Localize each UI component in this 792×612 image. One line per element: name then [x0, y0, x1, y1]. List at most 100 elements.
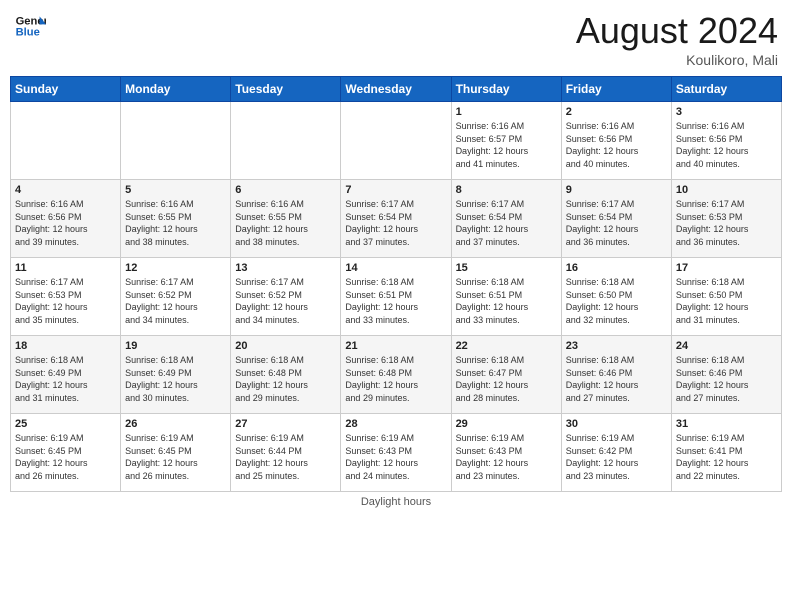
- day-number: 3: [676, 106, 777, 118]
- calendar-cell: 20Sunrise: 6:18 AM Sunset: 6:48 PM Dayli…: [231, 336, 341, 414]
- calendar-cell: 8 Sunrise: 6:17 AM Sunset: 6:54 PM Daylig…: [451, 180, 561, 258]
- day-number: 16: [566, 262, 667, 274]
- calendar-week-row: 25 Sunrise: 6:19 AM Sunset: 6:45 PM Dayli…: [11, 414, 782, 492]
- day-info: Sunrise: 6:17 AM Sunset: 6:54 PM Dayligh…: [345, 198, 446, 248]
- calendar-cell: 27 Sunrise: 6:19 AM Sunset: 6:44 PM Dayli…: [231, 414, 341, 492]
- day-info: Sunrise: 6:17 AM Sunset: 6:54 PM Dayligh…: [456, 198, 557, 248]
- day-info: Sunrise: 6:18 AM Sunset: 6:46 PM Dayligh…: [676, 354, 777, 404]
- day-info: Sunrise: 6:18 AM Sunset: 6:51 PM Dayligh…: [345, 276, 446, 326]
- day-number: 30: [566, 418, 667, 430]
- calendar-cell: 31Sunrise: 6:19 AM Sunset: 6:41 PM Dayli…: [671, 414, 781, 492]
- calendar-cell: 26 Sunrise: 6:19 AM Sunset: 6:45 PM Dayli…: [121, 414, 231, 492]
- day-number: 6: [235, 184, 336, 196]
- calendar-cell: 13 Sunrise: 6:17 AM Sunset: 6:52 PM Dayli…: [231, 258, 341, 336]
- day-info: Sunrise: 6:19 AM Sunset: 6:43 PM Dayligh…: [345, 432, 446, 482]
- day-info: Sunrise: 6:18 AM Sunset: 6:50 PM Dayligh…: [566, 276, 667, 326]
- calendar-cell: 14Sunrise: 6:18 AM Sunset: 6:51 PM Dayli…: [341, 258, 451, 336]
- day-number: 11: [15, 262, 116, 274]
- calendar-cell: 1 Sunrise: 6:16 AM Sunset: 6:57 PM Daylig…: [451, 102, 561, 180]
- day-info: Sunrise: 6:17 AM Sunset: 6:54 PM Dayligh…: [566, 198, 667, 248]
- calendar-cell: 11Sunrise: 6:17 AM Sunset: 6:53 PM Dayli…: [11, 258, 121, 336]
- calendar-cell: 30 Sunrise: 6:19 AM Sunset: 6:42 PM Dayli…: [561, 414, 671, 492]
- day-number: 17: [676, 262, 777, 274]
- day-number: 29: [456, 418, 557, 430]
- day-number: 19: [125, 340, 226, 352]
- calendar-cell: 5 Sunrise: 6:16 AM Sunset: 6:55 PM Daylig…: [121, 180, 231, 258]
- calendar-week-row: 1 Sunrise: 6:16 AM Sunset: 6:57 PM Daylig…: [11, 102, 782, 180]
- calendar-cell: [231, 102, 341, 180]
- day-number: 1: [456, 106, 557, 118]
- day-info: Sunrise: 6:18 AM Sunset: 6:48 PM Dayligh…: [345, 354, 446, 404]
- calendar-cell: [121, 102, 231, 180]
- day-number: 12: [125, 262, 226, 274]
- page-header: General Blue August 2024 Koulikoro, Mali: [10, 10, 782, 68]
- footer-note: Daylight hours: [10, 496, 782, 508]
- weekday-header: Tuesday: [231, 77, 341, 102]
- day-number: 8: [456, 184, 557, 196]
- day-number: 26: [125, 418, 226, 430]
- day-number: 18: [15, 340, 116, 352]
- calendar-cell: 21 Sunrise: 6:18 AM Sunset: 6:48 PM Dayli…: [341, 336, 451, 414]
- weekday-header: Wednesday: [341, 77, 451, 102]
- day-info: Sunrise: 6:17 AM Sunset: 6:52 PM Dayligh…: [125, 276, 226, 326]
- calendar-cell: 6 Sunrise: 6:16 AM Sunset: 6:55 PM Daylig…: [231, 180, 341, 258]
- calendar-cell: 10 Sunrise: 6:17 AM Sunset: 6:53 PM Dayli…: [671, 180, 781, 258]
- day-number: 22: [456, 340, 557, 352]
- day-info: Sunrise: 6:17 AM Sunset: 6:53 PM Dayligh…: [676, 198, 777, 248]
- day-info: Sunrise: 6:16 AM Sunset: 6:56 PM Dayligh…: [566, 120, 667, 170]
- calendar-header: SundayMondayTuesdayWednesdayThursdayFrid…: [11, 77, 782, 102]
- weekday-header: Thursday: [451, 77, 561, 102]
- day-number: 31: [676, 418, 777, 430]
- day-info: Sunrise: 6:18 AM Sunset: 6:51 PM Dayligh…: [456, 276, 557, 326]
- day-number: 27: [235, 418, 336, 430]
- logo-icon: General Blue: [14, 10, 46, 42]
- calendar-cell: 22 Sunrise: 6:18 AM Sunset: 6:47 PM Dayli…: [451, 336, 561, 414]
- title-block: August 2024 Koulikoro, Mali: [576, 10, 778, 68]
- day-info: Sunrise: 6:16 AM Sunset: 6:57 PM Dayligh…: [456, 120, 557, 170]
- day-number: 21: [345, 340, 446, 352]
- day-info: Sunrise: 6:16 AM Sunset: 6:55 PM Dayligh…: [125, 198, 226, 248]
- calendar-cell: 3 Sunrise: 6:16 AM Sunset: 6:56 PM Daylig…: [671, 102, 781, 180]
- day-info: Sunrise: 6:19 AM Sunset: 6:45 PM Dayligh…: [15, 432, 116, 482]
- location: Koulikoro, Mali: [576, 52, 778, 68]
- day-info: Sunrise: 6:18 AM Sunset: 6:49 PM Dayligh…: [15, 354, 116, 404]
- day-info: Sunrise: 6:19 AM Sunset: 6:42 PM Dayligh…: [566, 432, 667, 482]
- weekday-header: Sunday: [11, 77, 121, 102]
- calendar-cell: 28Sunrise: 6:19 AM Sunset: 6:43 PM Dayli…: [341, 414, 451, 492]
- calendar-cell: [341, 102, 451, 180]
- day-number: 13: [235, 262, 336, 274]
- calendar-cell: 29Sunrise: 6:19 AM Sunset: 6:43 PM Dayli…: [451, 414, 561, 492]
- svg-text:Blue: Blue: [16, 27, 40, 39]
- day-info: Sunrise: 6:16 AM Sunset: 6:56 PM Dayligh…: [676, 120, 777, 170]
- calendar-cell: 18 Sunrise: 6:18 AM Sunset: 6:49 PM Dayli…: [11, 336, 121, 414]
- calendar-table: SundayMondayTuesdayWednesdayThursdayFrid…: [10, 76, 782, 492]
- calendar-cell: 2 Sunrise: 6:16 AM Sunset: 6:56 PM Daylig…: [561, 102, 671, 180]
- day-number: 2: [566, 106, 667, 118]
- month-year: August 2024: [576, 10, 778, 52]
- calendar-cell: 7Sunrise: 6:17 AM Sunset: 6:54 PM Daylig…: [341, 180, 451, 258]
- calendar-week-row: 11Sunrise: 6:17 AM Sunset: 6:53 PM Dayli…: [11, 258, 782, 336]
- calendar-cell: 4Sunrise: 6:16 AM Sunset: 6:56 PM Daylig…: [11, 180, 121, 258]
- day-info: Sunrise: 6:17 AM Sunset: 6:52 PM Dayligh…: [235, 276, 336, 326]
- day-info: Sunrise: 6:19 AM Sunset: 6:45 PM Dayligh…: [125, 432, 226, 482]
- calendar-week-row: 4Sunrise: 6:16 AM Sunset: 6:56 PM Daylig…: [11, 180, 782, 258]
- calendar-cell: 16 Sunrise: 6:18 AM Sunset: 6:50 PM Dayli…: [561, 258, 671, 336]
- calendar-cell: 24 Sunrise: 6:18 AM Sunset: 6:46 PM Dayli…: [671, 336, 781, 414]
- day-info: Sunrise: 6:18 AM Sunset: 6:50 PM Dayligh…: [676, 276, 777, 326]
- day-info: Sunrise: 6:18 AM Sunset: 6:47 PM Dayligh…: [456, 354, 557, 404]
- calendar-cell: 23Sunrise: 6:18 AM Sunset: 6:46 PM Dayli…: [561, 336, 671, 414]
- day-number: 9: [566, 184, 667, 196]
- day-number: 10: [676, 184, 777, 196]
- calendar-cell: [11, 102, 121, 180]
- day-number: 25: [15, 418, 116, 430]
- day-info: Sunrise: 6:18 AM Sunset: 6:49 PM Dayligh…: [125, 354, 226, 404]
- day-number: 24: [676, 340, 777, 352]
- day-info: Sunrise: 6:16 AM Sunset: 6:55 PM Dayligh…: [235, 198, 336, 248]
- day-info: Sunrise: 6:18 AM Sunset: 6:48 PM Dayligh…: [235, 354, 336, 404]
- day-number: 5: [125, 184, 226, 196]
- calendar-cell: 15Sunrise: 6:18 AM Sunset: 6:51 PM Dayli…: [451, 258, 561, 336]
- weekday-header: Friday: [561, 77, 671, 102]
- day-info: Sunrise: 6:16 AM Sunset: 6:56 PM Dayligh…: [15, 198, 116, 248]
- weekday-header: Monday: [121, 77, 231, 102]
- day-info: Sunrise: 6:19 AM Sunset: 6:44 PM Dayligh…: [235, 432, 336, 482]
